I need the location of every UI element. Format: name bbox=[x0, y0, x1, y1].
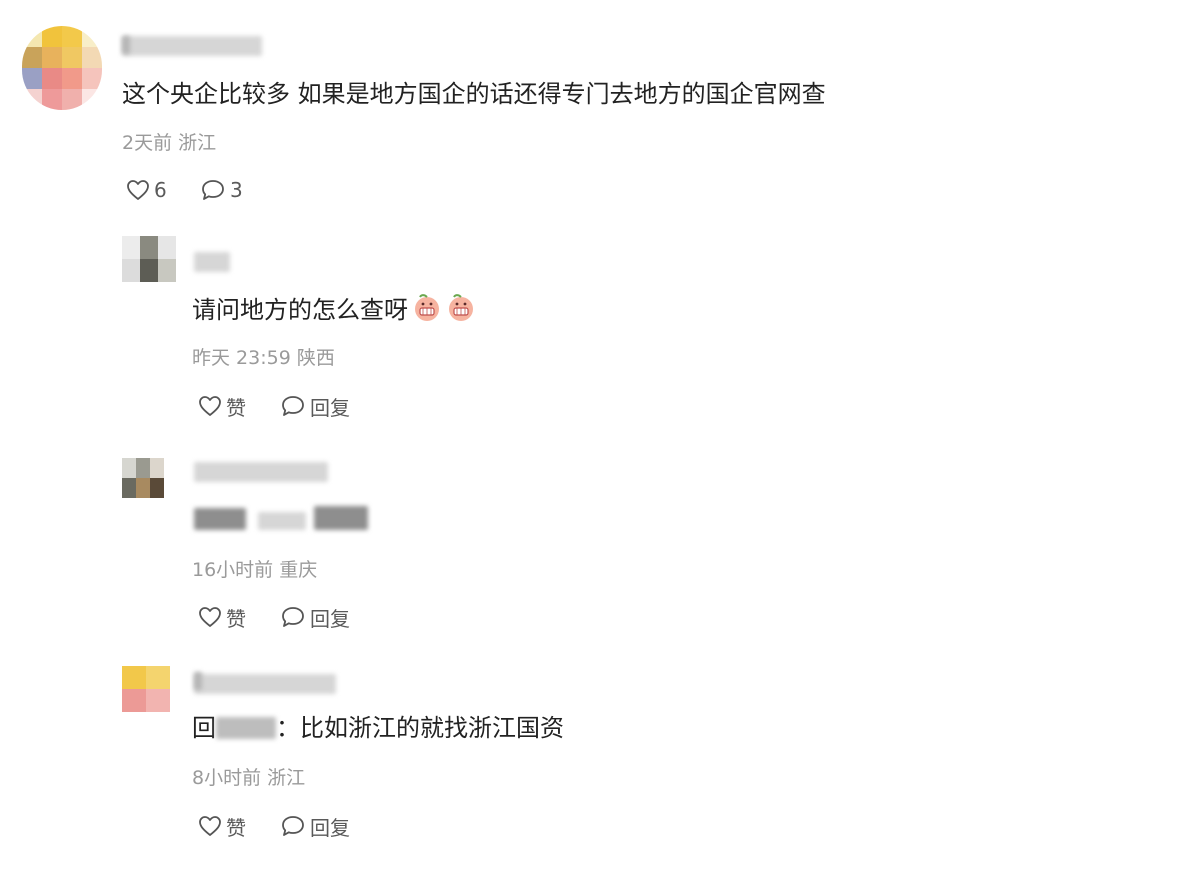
avatar[interactable] bbox=[122, 458, 164, 498]
speech-bubble-outline-icon bbox=[282, 816, 304, 836]
reply-count-button[interactable]: 3 bbox=[200, 176, 243, 204]
mention-obscured[interactable] bbox=[216, 717, 276, 739]
speech-bubble-outline-icon bbox=[282, 396, 304, 416]
like-label: 赞 bbox=[226, 395, 246, 420]
comment-meta: 2天前 浙江 bbox=[122, 132, 217, 154]
heart-outline-icon bbox=[127, 180, 149, 200]
grimacing-peach-emoji bbox=[449, 294, 473, 321]
like-label: 赞 bbox=[226, 606, 246, 631]
reply-label: 回复 bbox=[310, 815, 350, 840]
username-obscured-initial bbox=[194, 672, 202, 690]
grimacing-peach-emoji bbox=[415, 294, 439, 321]
reply-text-obscured bbox=[194, 508, 246, 530]
comment-thread: 这个央企比较多 如果是地方国企的话还得专门去地方的国企官网查 2天前 浙江 6 … bbox=[0, 0, 1179, 871]
reply-count: 3 bbox=[230, 178, 243, 202]
reply-button[interactable]: 回复 bbox=[280, 392, 350, 420]
reply-text-obscured bbox=[314, 506, 368, 530]
reply-prefix: 回 bbox=[192, 714, 216, 742]
reply-meta: 8小时前 浙江 bbox=[192, 767, 306, 789]
like-button[interactable]: 赞 bbox=[198, 603, 246, 631]
reply-meta: 16小时前 重庆 bbox=[192, 559, 318, 581]
avatar[interactable] bbox=[22, 26, 102, 110]
like-count: 6 bbox=[154, 178, 167, 202]
like-button[interactable]: 赞 bbox=[198, 392, 246, 420]
username-obscured-initial bbox=[122, 36, 130, 54]
reply-text: 回 ：比如浙江的就找浙江国资 bbox=[192, 713, 564, 743]
reply-label: 回复 bbox=[310, 395, 350, 420]
reply-text-obscured bbox=[258, 512, 306, 530]
comment-text: 这个央企比较多 如果是地方国企的话还得专门去地方的国企官网查 bbox=[122, 80, 826, 108]
username-obscured[interactable] bbox=[122, 36, 262, 56]
avatar[interactable] bbox=[122, 666, 170, 712]
avatar[interactable] bbox=[122, 236, 176, 282]
username-obscured[interactable] bbox=[194, 674, 336, 694]
reply-text: 请问地方的怎么查呀 bbox=[192, 292, 476, 325]
like-button[interactable]: 赞 bbox=[198, 812, 246, 840]
reply-suffix: ：比如浙江的就找浙江国资 bbox=[276, 714, 564, 742]
reply-button[interactable]: 回复 bbox=[280, 603, 350, 631]
heart-outline-icon bbox=[199, 396, 221, 416]
heart-outline-icon bbox=[199, 607, 221, 627]
like-label: 赞 bbox=[226, 815, 246, 840]
reply-label: 回复 bbox=[310, 606, 350, 631]
speech-bubble-outline-icon bbox=[202, 180, 224, 200]
speech-bubble-outline-icon bbox=[282, 607, 304, 627]
heart-outline-icon bbox=[199, 816, 221, 836]
username-obscured[interactable] bbox=[194, 462, 328, 482]
reply-button[interactable]: 回复 bbox=[280, 812, 350, 840]
username-obscured[interactable] bbox=[194, 252, 230, 272]
like-button[interactable]: 6 bbox=[126, 176, 167, 204]
reply-meta: 昨天 23:59 陕西 bbox=[192, 347, 335, 369]
